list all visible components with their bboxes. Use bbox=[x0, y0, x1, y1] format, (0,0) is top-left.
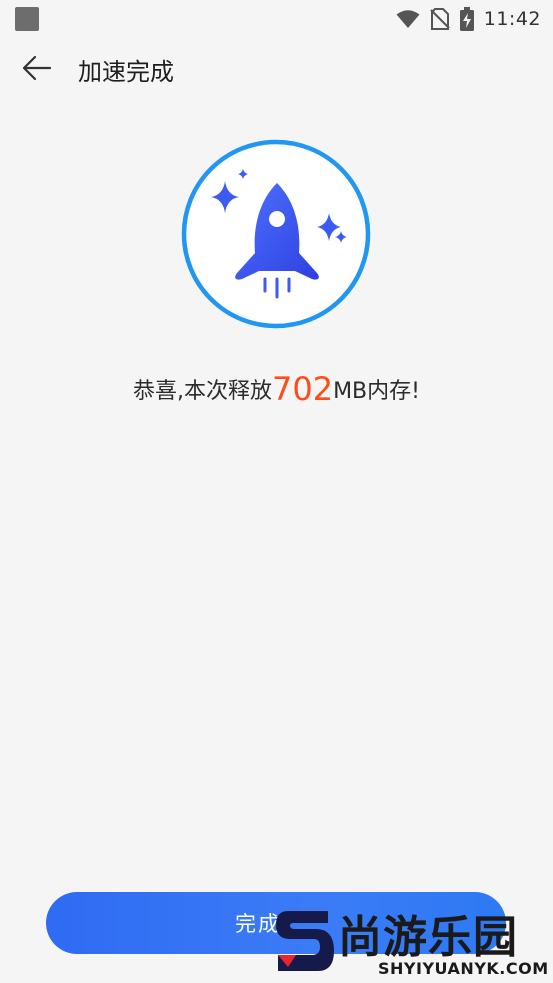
result-message: 恭喜,本次释放702MB内存! bbox=[0, 370, 553, 408]
back-button[interactable] bbox=[18, 50, 56, 86]
result-suffix: 内存! bbox=[367, 379, 420, 404]
page-title: 加速完成 bbox=[78, 58, 174, 86]
watermark: 尚游乐园 SHYIYUANYK.COM bbox=[272, 893, 553, 983]
wifi-icon bbox=[396, 10, 420, 28]
released-amount: 702 bbox=[272, 370, 334, 408]
watermark-logo bbox=[276, 911, 334, 971]
app-bar: 加速完成 bbox=[0, 40, 553, 96]
screen: 11:42 加速完成 恭喜,本次释放702MB内存! 完成 尚游乐园 SHYIY… bbox=[0, 0, 553, 983]
released-unit: MB bbox=[333, 379, 368, 404]
battery-charging-icon bbox=[459, 7, 474, 31]
no-sim-icon bbox=[430, 8, 450, 30]
watermark-text: 尚游乐园 bbox=[338, 912, 518, 963]
watermark-subtext: SHYIYUANYK.COM bbox=[378, 959, 549, 978]
notification-app-icon bbox=[15, 7, 39, 31]
arrow-left-icon bbox=[22, 55, 52, 81]
status-bar: 11:42 bbox=[0, 0, 553, 38]
result-prefix: 恭喜,本次释放 bbox=[133, 379, 272, 404]
rocket-badge bbox=[181, 139, 371, 329]
status-time: 11:42 bbox=[483, 8, 541, 30]
status-icons: 11:42 bbox=[396, 6, 541, 32]
